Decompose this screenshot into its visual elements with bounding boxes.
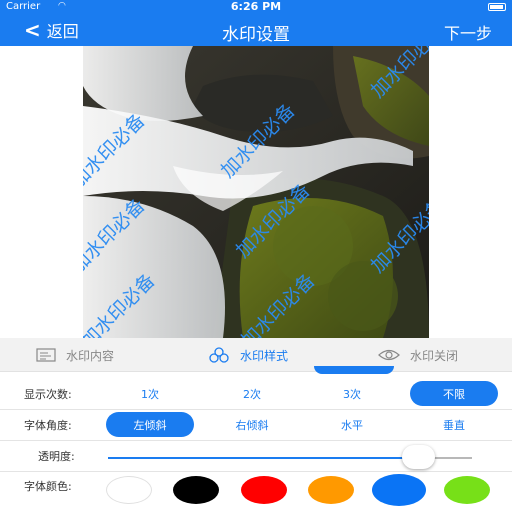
tab-label: 水印内容 — [66, 348, 115, 363]
navigation-bar: < 返回 水印设置 下一步 — [0, 14, 512, 46]
count-option-2[interactable]: 2次 — [220, 381, 284, 406]
style-circles-icon — [209, 347, 229, 363]
next-step-button[interactable]: 下一步 — [444, 20, 492, 44]
eye-icon — [378, 349, 400, 361]
back-label: 返回 — [46, 22, 79, 41]
color-swatch-orange[interactable] — [308, 476, 354, 504]
battery-icon — [488, 3, 506, 11]
clock: 6:26 PM — [230, 0, 282, 13]
opacity-slider-thumb[interactable] — [402, 445, 435, 469]
chevron-left-icon: < — [24, 18, 41, 42]
tab-label: 水印关闭 — [410, 348, 459, 363]
count-option-unlimited[interactable]: 不限 — [410, 381, 498, 406]
count-option-3[interactable]: 3次 — [320, 381, 384, 406]
font-color-label: 字体颜色: — [24, 480, 72, 493]
opacity-row: 透明度: — [0, 440, 512, 472]
font-angle-label: 字体角度: — [24, 419, 72, 432]
font-angle-row: 字体角度: 左倾斜 右倾斜 水平 垂直 — [0, 409, 512, 441]
display-count-label: 显示次数: — [24, 388, 72, 401]
photo-preview: 加水印必备 加水印必备 加水印必备 加水印必备 加水印必备 加水印必备 加水印必… — [83, 46, 429, 338]
count-option-1[interactable]: 1次 — [118, 381, 182, 406]
tab-watermark-style[interactable]: 水印样式 — [208, 338, 288, 372]
angle-option-vertical[interactable]: 垂直 — [420, 412, 488, 437]
angle-option-right-tilt[interactable]: 右倾斜 — [216, 412, 288, 437]
display-count-row: 显示次数: 1次 2次 3次 不限 — [0, 378, 512, 410]
color-swatch-white[interactable] — [106, 476, 152, 504]
color-swatch-blue-selected[interactable] — [372, 474, 426, 506]
color-swatch-green[interactable] — [444, 476, 490, 504]
back-button[interactable]: < 返回 — [24, 18, 79, 42]
active-tab-indicator — [314, 366, 394, 374]
color-swatch-red[interactable] — [241, 476, 287, 504]
text-doc-icon — [36, 348, 56, 362]
tab-label: 水印样式 — [240, 348, 289, 363]
style-tab-bar: 水印内容 水印样式 水印关闭 — [0, 338, 512, 372]
status-bar: Carrier ◠ 6:26 PM — [0, 0, 512, 14]
angle-option-left-tilt[interactable]: 左倾斜 — [106, 412, 194, 437]
opacity-label: 透明度: — [38, 450, 75, 463]
tab-watermark-content[interactable]: 水印内容 — [36, 338, 114, 372]
color-swatch-black[interactable] — [173, 476, 219, 504]
angle-option-horizontal[interactable]: 水平 — [318, 412, 386, 437]
